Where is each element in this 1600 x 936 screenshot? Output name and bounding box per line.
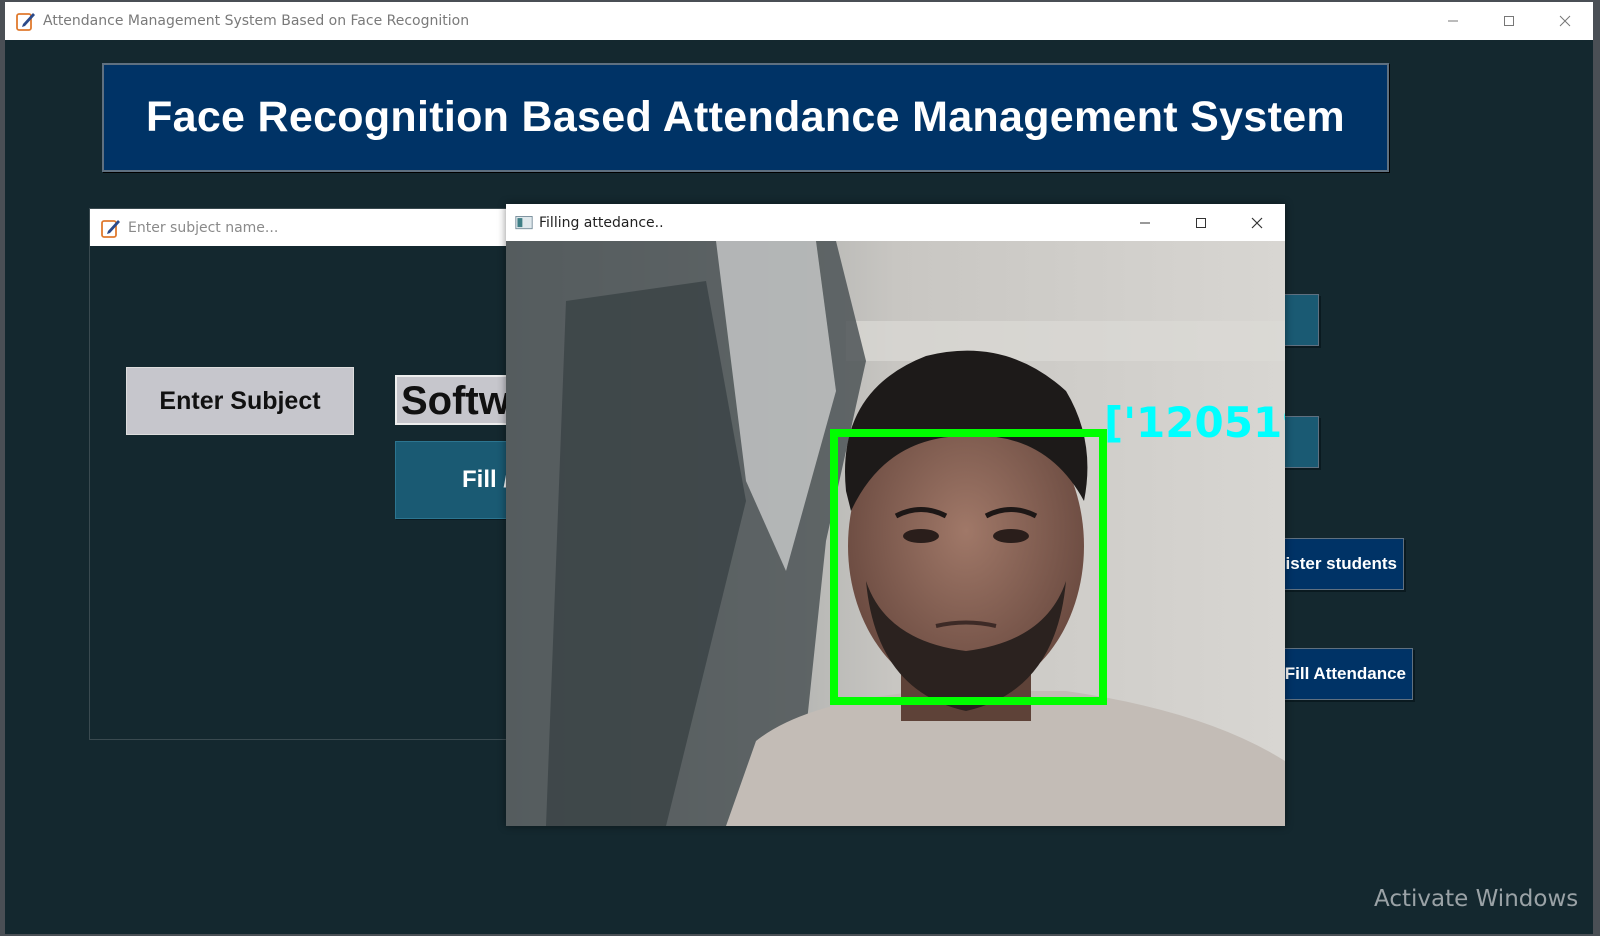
close-button[interactable] xyxy=(1537,2,1593,40)
camera-close-button[interactable] xyxy=(1229,204,1285,241)
camera-window: Filling attedance.. ['12051 xyxy=(506,204,1285,826)
subject-dialog-title: Enter subject name... xyxy=(128,219,279,236)
webcam-feed: ['120519 xyxy=(506,241,1285,826)
notepad-pen-icon xyxy=(16,13,35,31)
main-titlebar[interactable]: Attendance Management System Based on Fa… xyxy=(5,2,1593,40)
fill-attendance-label: Fill Attendance xyxy=(1284,664,1406,683)
right-eye xyxy=(993,529,1029,543)
fill-button-label: Fill / xyxy=(462,466,510,493)
main-window-title: Attendance Management System Based on Fa… xyxy=(43,13,470,29)
enter-subject-label: Enter Subject xyxy=(159,386,321,415)
subject-dialog: Enter subject name... Enter Subject Soft… xyxy=(89,208,555,740)
left-eye xyxy=(903,529,939,543)
notepad-pen-icon xyxy=(101,219,120,238)
close-icon xyxy=(1251,217,1263,228)
camera-minimize-button[interactable] xyxy=(1117,204,1173,241)
ceiling-edge xyxy=(846,321,1285,361)
register-students-label: egister students xyxy=(1265,554,1397,573)
maximize-icon xyxy=(1504,16,1514,26)
minimize-button[interactable] xyxy=(1425,2,1481,40)
maximize-button[interactable] xyxy=(1481,2,1537,40)
app-banner: Face Recognition Based Attendance Manage… xyxy=(102,63,1389,172)
minimize-icon xyxy=(1448,20,1458,22)
activate-windows-watermark: Activate Windows xyxy=(1374,886,1579,912)
close-icon xyxy=(1559,15,1571,27)
subject-dialog-titlebar[interactable]: Enter subject name... xyxy=(90,209,530,246)
camera-titlebar[interactable]: Filling attedance.. xyxy=(506,204,1285,241)
minimize-icon xyxy=(1140,222,1150,223)
enter-subject-button[interactable]: Enter Subject xyxy=(126,367,354,435)
camera-maximize-button[interactable] xyxy=(1173,204,1229,241)
camera-window-title: Filling attedance.. xyxy=(539,214,664,231)
banner-title: Face Recognition Based Attendance Manage… xyxy=(146,93,1345,141)
recognized-id-label: ['120519 xyxy=(1104,398,1285,447)
camera-window-icon xyxy=(515,215,533,229)
maximize-icon xyxy=(1196,217,1206,228)
